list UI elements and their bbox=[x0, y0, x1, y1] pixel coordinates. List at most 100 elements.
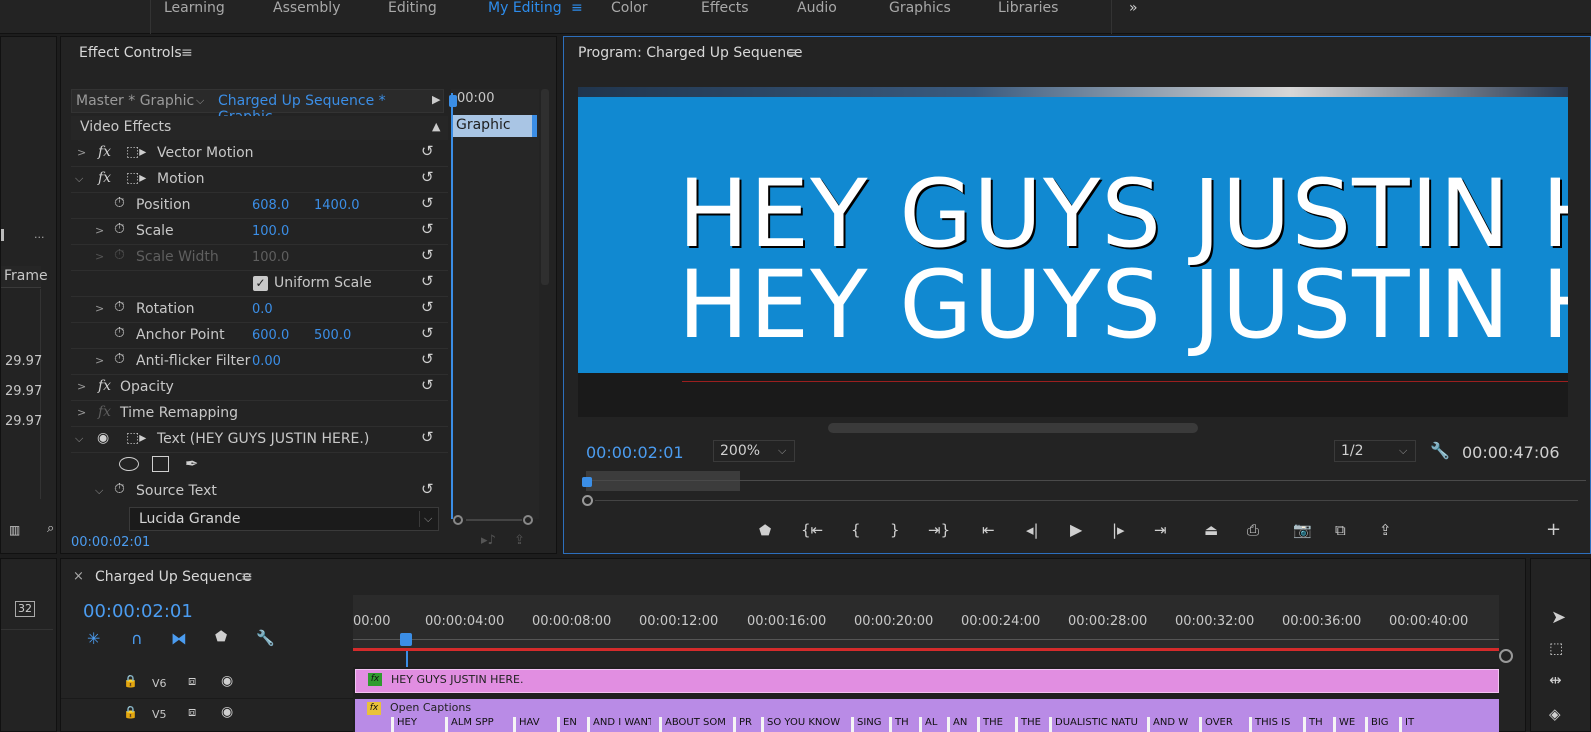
scrollbar[interactable] bbox=[541, 89, 549, 285]
effect-row-motion[interactable]: ⌵ fx ⬚▸ Motion ↺ bbox=[71, 167, 448, 193]
reset-icon[interactable]: ↺ bbox=[421, 142, 434, 160]
caption-segment[interactable]: THIS IS bbox=[1249, 717, 1295, 732]
comparison-view-icon[interactable]: ⧉ bbox=[1335, 521, 1346, 539]
selection-tool-icon[interactable]: ➤ bbox=[1551, 607, 1566, 628]
chevron-right-icon[interactable]: > bbox=[95, 302, 104, 315]
panel-menu-icon[interactable]: ≡ bbox=[241, 569, 253, 585]
caption-segment[interactable]: AL bbox=[919, 717, 939, 732]
more-icon[interactable]: ... bbox=[34, 228, 45, 241]
search-icon[interactable]: ⌕ bbox=[47, 521, 54, 536]
panel-menu-icon[interactable]: ≡ bbox=[181, 45, 193, 61]
playhead-line[interactable] bbox=[451, 93, 453, 519]
zoom-level-dropdown[interactable]: 200% ⌵ bbox=[713, 440, 795, 462]
playhead-handle[interactable] bbox=[400, 633, 412, 646]
sync-lock-icon[interactable]: ⧈ bbox=[188, 705, 196, 720]
caption-segment[interactable]: HAV bbox=[513, 717, 549, 732]
uniform-scale-checkbox[interactable]: ✓ bbox=[253, 276, 268, 291]
play-icon[interactable]: ▶ bbox=[1070, 520, 1082, 539]
wrench-icon[interactable]: 🔧 bbox=[1430, 441, 1450, 460]
captions-clip[interactable]: fx Open Captions HEY ALM SPP HAV EN AND I WA… bbox=[355, 699, 1499, 732]
chevron-down-icon[interactable]: ⌵ bbox=[778, 444, 786, 458]
go-to-previous-edit-icon[interactable]: ⇤ bbox=[982, 521, 995, 539]
caption-segment[interactable]: BIG bbox=[1365, 717, 1391, 732]
calendar-icon[interactable]: 32 bbox=[15, 601, 35, 617]
effect-row-opacity[interactable]: > fx Opacity ↺ bbox=[71, 375, 448, 401]
rectangle-mask-icon[interactable] bbox=[152, 456, 169, 472]
effect-zoom-scrollbar[interactable] bbox=[451, 513, 533, 527]
playhead-handle[interactable] bbox=[582, 477, 592, 487]
caption-segment[interactable]: HEY bbox=[391, 717, 437, 732]
list-view-icon[interactable]: ▥ bbox=[9, 523, 20, 537]
sync-lock-icon[interactable]: ⧈ bbox=[188, 674, 196, 689]
reset-icon[interactable]: ↺ bbox=[421, 298, 434, 316]
in-out-range[interactable] bbox=[586, 471, 740, 491]
reset-icon[interactable]: ↺ bbox=[421, 220, 434, 238]
add-button-icon[interactable]: + bbox=[1546, 519, 1561, 540]
sequence-tab-title[interactable]: Charged Up Sequence bbox=[95, 569, 251, 585]
workspace-menu-icon[interactable]: ≡ bbox=[571, 0, 583, 16]
eye-icon[interactable]: ◉ bbox=[221, 673, 233, 689]
timeline-zoom-handle[interactable] bbox=[1499, 649, 1513, 663]
caption-segment[interactable]: SO YOU KNOW I THI bbox=[761, 717, 843, 732]
caption-segment[interactable]: SING bbox=[851, 717, 881, 732]
eye-icon[interactable]: ◉ bbox=[97, 430, 109, 446]
frame-column-header[interactable]: Frame bbox=[1, 266, 48, 288]
fx-icon[interactable]: fx bbox=[98, 144, 111, 160]
play-only-this-clip-icon[interactable]: ▶ bbox=[432, 93, 440, 106]
snap-magnet-icon[interactable]: ∩ bbox=[131, 629, 143, 648]
extract-icon[interactable]: ⎙ bbox=[1247, 521, 1259, 539]
caption-segment[interactable]: IT bbox=[1399, 717, 1419, 732]
lift-icon[interactable]: ⏏ bbox=[1204, 521, 1218, 539]
chevron-right-icon[interactable]: > bbox=[95, 354, 104, 367]
reset-icon[interactable]: ↺ bbox=[421, 480, 434, 498]
program-zoom-bar[interactable] bbox=[582, 495, 1591, 507]
wrench-icon[interactable]: 🔧 bbox=[256, 629, 275, 647]
workspace-tab-audio[interactable]: Audio bbox=[797, 0, 837, 16]
position-x-value[interactable]: 608.0 bbox=[252, 198, 289, 213]
zoom-handle-right[interactable] bbox=[523, 515, 533, 525]
export-icon[interactable]: ⇪ bbox=[1379, 521, 1392, 539]
collapse-up-icon[interactable]: ▲ bbox=[432, 120, 440, 133]
reset-icon[interactable]: ↺ bbox=[421, 376, 434, 394]
ripple-edit-tool-icon[interactable]: ⇹ bbox=[1549, 671, 1562, 689]
stopwatch-icon[interactable]: ⏱ bbox=[114, 221, 125, 237]
anchor-y-value[interactable]: 500.0 bbox=[314, 328, 351, 343]
track-select-tool-icon[interactable]: ⬚ bbox=[1549, 639, 1563, 657]
program-timecode[interactable]: 00:00:02:01 bbox=[586, 443, 684, 462]
caption-segment[interactable]: OVER bbox=[1199, 717, 1241, 732]
eye-icon[interactable]: ◉ bbox=[221, 704, 233, 720]
anti-flicker-value[interactable]: 0.00 bbox=[252, 354, 281, 369]
caption-segment[interactable]: EN bbox=[557, 717, 579, 732]
fx-icon[interactable]: fx bbox=[98, 378, 111, 394]
zoom-handle-left[interactable] bbox=[582, 495, 593, 506]
chevron-right-icon[interactable]: > bbox=[95, 224, 104, 237]
caption-segment[interactable]: TH bbox=[889, 717, 911, 732]
go-to-out-icon[interactable]: ⇥} bbox=[928, 521, 950, 539]
caption-segment[interactable]: DUALISTIC NATU bbox=[1049, 717, 1139, 732]
chevron-down-icon[interactable]: ⌵ bbox=[1399, 444, 1407, 458]
transform-box-icon[interactable]: ⬚▸ bbox=[126, 430, 146, 446]
go-to-in-icon[interactable]: {⇤ bbox=[801, 521, 823, 539]
filter-to-clip-icon[interactable]: ▸♪ bbox=[481, 533, 496, 548]
camera-icon[interactable]: 📷 bbox=[1293, 521, 1312, 539]
lock-icon[interactable]: 🔒 bbox=[123, 674, 138, 688]
chevron-down-icon[interactable]: ⌵ bbox=[95, 484, 103, 498]
workspace-tab-color[interactable]: Color bbox=[611, 0, 648, 16]
reset-icon[interactable]: ↺ bbox=[421, 168, 434, 186]
timeline-timecode[interactable]: 00:00:02:01 bbox=[83, 601, 193, 622]
caption-segment[interactable]: TH bbox=[1303, 717, 1325, 732]
caption-segment[interactable]: AND I WANT bbox=[587, 717, 651, 732]
caption-segment[interactable]: WE bbox=[1333, 717, 1357, 732]
go-to-next-edit-icon[interactable]: ⇥ bbox=[1154, 521, 1167, 539]
reset-icon[interactable]: ↺ bbox=[421, 428, 434, 446]
caption-segment[interactable]: AN bbox=[947, 717, 969, 732]
zoom-handle-left[interactable] bbox=[453, 515, 463, 525]
chevron-down-icon[interactable]: ⌵ bbox=[424, 512, 432, 526]
video-effects-header[interactable]: Video Effects ▲ bbox=[71, 116, 448, 140]
export-frame-icon[interactable]: ⇪ bbox=[514, 533, 525, 548]
step-back-icon[interactable]: ◂| bbox=[1026, 521, 1039, 539]
panel-menu-icon[interactable]: ≡ bbox=[786, 45, 798, 61]
clip-end-handle[interactable] bbox=[532, 115, 537, 137]
chevron-down-icon[interactable]: ⌵ bbox=[196, 94, 204, 108]
chevron-right-icon[interactable]: > bbox=[77, 380, 86, 393]
